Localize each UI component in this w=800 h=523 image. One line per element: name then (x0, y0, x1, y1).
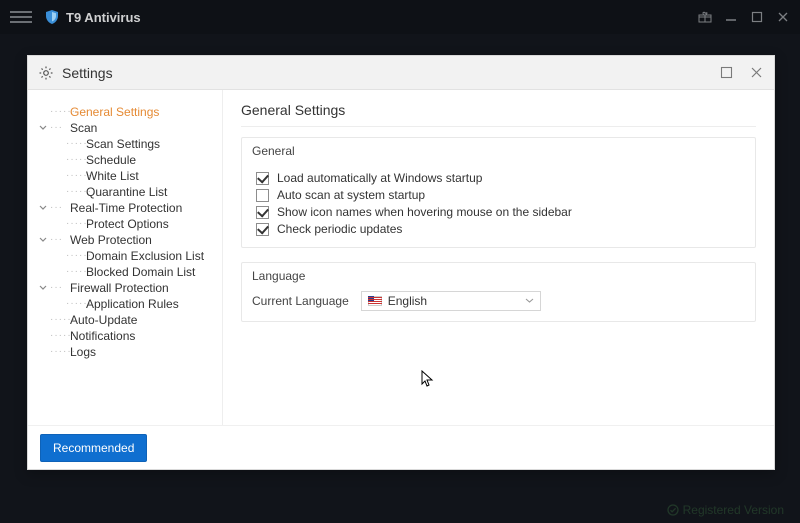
language-value: English (388, 294, 427, 308)
option-show-icon-names[interactable]: Show icon names when hovering mouse on t… (256, 205, 741, 219)
tree-quarantine-list[interactable]: ······Quarantine List (66, 184, 216, 200)
option-load-startup[interactable]: Load automatically at Windows startup (256, 171, 741, 185)
app-brand: T9 Antivirus (44, 9, 141, 25)
tree-blocked-domain[interactable]: ······Blocked Domain List (66, 264, 216, 280)
settings-window: Settings ······General Settings ···Scan … (27, 55, 775, 470)
settings-header: Settings (28, 56, 774, 90)
language-select[interactable]: English (361, 291, 541, 311)
tree-notifications[interactable]: ······Notifications (38, 328, 216, 344)
checkbox-icon[interactable] (256, 206, 269, 219)
settings-title: Settings (62, 65, 113, 81)
checkbox-icon[interactable] (256, 189, 269, 202)
group-general-title: General (242, 138, 755, 164)
tree-auto-update[interactable]: ······Auto-Update (38, 312, 216, 328)
tree-rtp[interactable]: ···Real-Time Protection (38, 200, 216, 216)
gear-icon (38, 65, 54, 81)
close-app-icon[interactable] (776, 10, 790, 24)
chevron-down-icon (525, 294, 534, 308)
app-topbar: T9 Antivirus (0, 0, 800, 34)
settings-content: General Settings General Load automatica… (223, 90, 774, 425)
checkbox-icon[interactable] (256, 172, 269, 185)
tree-schedule[interactable]: ······Schedule (66, 152, 216, 168)
recommended-button[interactable]: Recommended (40, 434, 147, 462)
group-language: Language Current Language English (241, 262, 756, 322)
tree-protect-options[interactable]: ······Protect Options (66, 216, 216, 232)
tree-general-settings[interactable]: ······General Settings (38, 104, 216, 120)
flag-us-icon (368, 296, 382, 306)
group-language-title: Language (242, 263, 755, 289)
language-label: Current Language (252, 294, 349, 308)
shield-icon (44, 9, 60, 25)
tree-domain-exclusion[interactable]: ······Domain Exclusion List (66, 248, 216, 264)
tree-white-list[interactable]: ······White List (66, 168, 216, 184)
menu-icon[interactable] (10, 6, 32, 28)
tree-scan[interactable]: ···Scan (38, 120, 216, 136)
settings-tree: ······General Settings ···Scan ······Sca… (28, 90, 223, 425)
tree-scan-settings[interactable]: ······Scan Settings (66, 136, 216, 152)
option-auto-scan[interactable]: Auto scan at system startup (256, 188, 741, 202)
option-periodic-updates[interactable]: Check periodic updates (256, 222, 741, 236)
settings-footer: Recommended (28, 425, 774, 469)
app-title: T9 Antivirus (66, 10, 141, 25)
group-general: General Load automatically at Windows st… (241, 137, 756, 248)
tree-web-protection[interactable]: ···Web Protection (38, 232, 216, 248)
maximize-settings-icon[interactable] (718, 65, 734, 81)
tree-firewall[interactable]: ···Firewall Protection (38, 280, 216, 296)
close-settings-icon[interactable] (748, 65, 764, 81)
gift-icon[interactable] (698, 10, 712, 24)
tree-logs[interactable]: ······Logs (38, 344, 216, 360)
tree-app-rules[interactable]: ······Application Rules (66, 296, 216, 312)
status-registered: Registered Version (667, 503, 784, 517)
maximize-icon[interactable] (750, 10, 764, 24)
minimize-icon[interactable] (724, 10, 738, 24)
page-title: General Settings (241, 102, 756, 127)
checkbox-icon[interactable] (256, 223, 269, 236)
